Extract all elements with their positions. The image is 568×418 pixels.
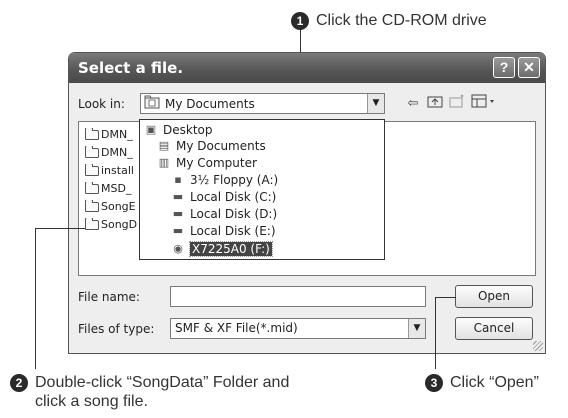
chevron-down-icon[interactable]: ▼ bbox=[408, 319, 425, 338]
folder-icon bbox=[85, 218, 99, 230]
step-number-2: 2 bbox=[10, 374, 28, 392]
look-in-value: My Documents bbox=[165, 96, 255, 111]
resize-grip[interactable] bbox=[533, 341, 543, 351]
folder-icon bbox=[85, 200, 99, 212]
leader-line-2-horizontal bbox=[35, 228, 85, 229]
list-item[interactable]: SongE bbox=[85, 200, 145, 213]
dropdown-item-local-disk-c[interactable]: ▬ Local Disk (C:) bbox=[170, 189, 277, 204]
back-arrow-icon[interactable]: ⇦ bbox=[403, 94, 423, 112]
list-item[interactable]: DMN_ bbox=[85, 146, 145, 159]
dropdown-item-local-disk-e[interactable]: ▬ Local Disk (E:) bbox=[170, 223, 276, 238]
help-button[interactable]: ? bbox=[493, 57, 515, 78]
dropdown-item-floppy[interactable]: ▪ 3½ Floppy (A:) bbox=[170, 172, 278, 187]
folder-icon bbox=[85, 146, 99, 158]
list-item[interactable]: MSD_ bbox=[85, 182, 145, 195]
files-of-type-select[interactable]: SMF & XF File(*.mid) ▼ bbox=[170, 318, 426, 339]
list-item[interactable]: install bbox=[85, 164, 145, 177]
dialog-title: Select a file. bbox=[78, 59, 184, 77]
callout-step-3: 3 Click “Open” bbox=[425, 373, 539, 392]
leader-line-3-vertical bbox=[435, 297, 436, 369]
disk-icon: ▬ bbox=[172, 190, 184, 203]
step-number-1: 1 bbox=[291, 12, 309, 30]
step-number-3: 3 bbox=[425, 374, 443, 392]
callout-step-1: 1 Click the CD-ROM drive bbox=[291, 11, 487, 30]
dropdown-item-cdrom-drive[interactable]: ◉ X7225A0 (F:) bbox=[170, 240, 273, 257]
leader-line-3-horizontal bbox=[435, 297, 456, 298]
file-name-label: File name: bbox=[78, 290, 140, 304]
list-item[interactable]: DMN_ bbox=[85, 128, 145, 141]
title-bar: Select a file. ? ✕ bbox=[69, 53, 545, 83]
look-in-label: Look in: bbox=[78, 97, 125, 111]
select-file-dialog: Select a file. ? ✕ Look in: My Documents… bbox=[68, 52, 546, 354]
songdata-folder-item[interactable]: SongD bbox=[85, 218, 145, 231]
dropdown-item-my-documents[interactable]: ▤ My Documents bbox=[156, 138, 266, 153]
documents-icon bbox=[144, 95, 160, 112]
file-name-field[interactable] bbox=[170, 286, 426, 307]
chevron-down-icon[interactable]: ▼ bbox=[367, 94, 384, 113]
cancel-button[interactable]: Cancel bbox=[455, 317, 533, 340]
files-of-type-label: Files of type: bbox=[78, 322, 155, 336]
folder-icon bbox=[85, 128, 99, 140]
computer-icon: ▥ bbox=[158, 156, 170, 169]
look-in-combobox[interactable]: My Documents ▼ bbox=[140, 93, 385, 114]
cdrom-icon: ◉ bbox=[173, 242, 183, 255]
close-button[interactable]: ✕ bbox=[518, 57, 540, 78]
callout-step-2: 2 Double-click “SongData” Folder and cli… bbox=[10, 373, 370, 411]
disk-icon: ▬ bbox=[172, 224, 184, 237]
view-menu-icon[interactable] bbox=[470, 94, 498, 112]
open-button[interactable]: Open bbox=[455, 285, 533, 308]
leader-line-2-vertical bbox=[35, 228, 36, 369]
files-of-type-value: SMF & XF File(*.mid) bbox=[175, 321, 298, 335]
callout-text-3: Click “Open” bbox=[450, 374, 539, 391]
look-in-dropdown[interactable]: ▣ Desktop ▤ My Documents ▥ My Computer ▪ 3½ … bbox=[139, 119, 385, 260]
callout-text-2: Double-click “SongData” Folder and click… bbox=[35, 374, 290, 410]
dropdown-item-desktop[interactable]: ▣ Desktop bbox=[143, 122, 213, 137]
desktop-icon: ▣ bbox=[145, 123, 157, 136]
folder-icon bbox=[85, 182, 99, 194]
disk-icon: ▬ bbox=[172, 207, 184, 220]
dropdown-item-my-computer[interactable]: ▥ My Computer bbox=[156, 155, 257, 170]
folder-icon bbox=[85, 164, 99, 176]
up-folder-icon[interactable] bbox=[425, 94, 445, 112]
dropdown-item-local-disk-d[interactable]: ▬ Local Disk (D:) bbox=[170, 206, 277, 221]
documents-icon: ▤ bbox=[158, 139, 170, 152]
floppy-icon: ▪ bbox=[174, 173, 182, 186]
callout-text-1: Click the CD-ROM drive bbox=[316, 12, 487, 29]
new-folder-icon[interactable] bbox=[447, 94, 467, 112]
